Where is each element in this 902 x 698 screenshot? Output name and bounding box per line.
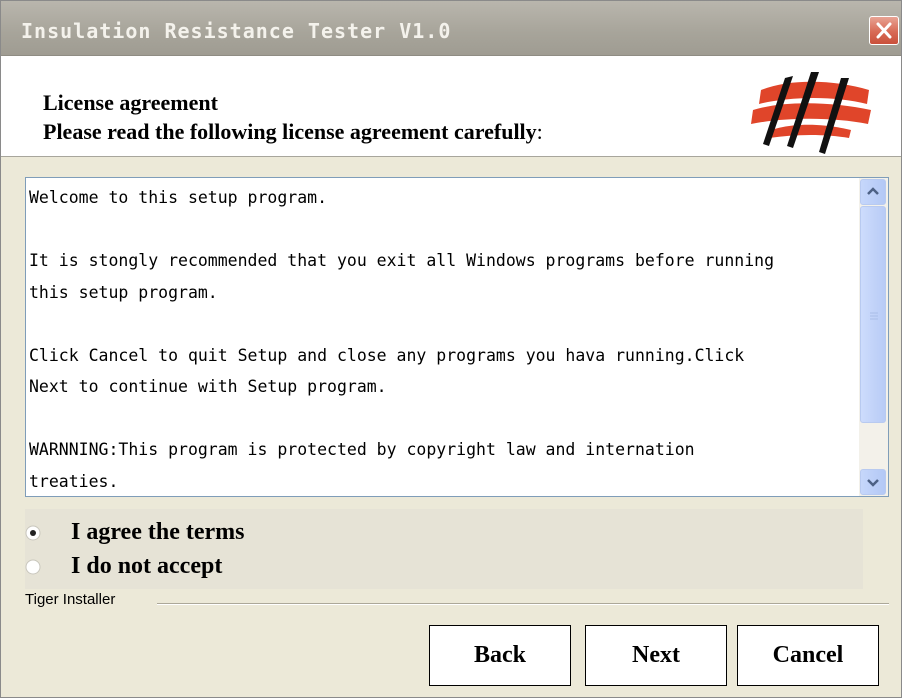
agreement-options: I agree the terms I do not accept [25, 509, 863, 589]
license-line: It is stongly recommended that you exit … [29, 251, 775, 270]
agree-label[interactable]: I agree the terms [71, 519, 244, 546]
radio-unselected-icon[interactable] [25, 559, 41, 575]
installer-brand-label: Tiger Installer [25, 591, 116, 608]
title-bar[interactable]: Insulation Resistance Tester V1.0 [1, 1, 901, 56]
window-title: Insulation Resistance Tester V1.0 [21, 19, 452, 43]
license-line: treaties. [29, 471, 119, 491]
back-button[interactable]: Back [429, 625, 571, 686]
license-text-area[interactable]: Welcome to this setup program. It is ston… [25, 177, 889, 497]
page-title: License agreement [43, 90, 218, 115]
cancel-button[interactable]: Cancel [737, 625, 879, 686]
radio-selected-icon[interactable] [25, 525, 41, 541]
installer-logo-icon [741, 64, 876, 156]
close-button[interactable] [869, 16, 899, 45]
next-button[interactable]: Next [585, 625, 727, 686]
decline-option[interactable]: I do not accept [25, 553, 325, 583]
scroll-thumb[interactable] [860, 206, 886, 423]
license-line: WARNNING:This program is protected by co… [29, 440, 695, 459]
license-text: Welcome to this setup program. It is ston… [29, 182, 857, 492]
license-line: Welcome to this setup program. [29, 188, 328, 207]
license-line [29, 308, 857, 340]
license-line: this setup program. [29, 282, 218, 302]
decline-label[interactable]: I do not accept [71, 553, 222, 580]
separator-line [157, 603, 889, 605]
installer-window: Insulation Resistance Tester V1.0 Licens… [0, 0, 902, 698]
agree-option[interactable]: I agree the terms [25, 519, 325, 549]
grip-icon [870, 309, 878, 320]
license-line [29, 403, 857, 435]
scroll-up-button[interactable] [860, 179, 886, 205]
subtitle-colon: : [536, 119, 543, 144]
chevron-down-icon [861, 479, 885, 498]
license-line: Next to continue with Setup program. [29, 377, 387, 396]
wizard-header: License agreement Please read the follow… [1, 56, 901, 157]
subtitle-text: Please read the following license agreem… [43, 119, 537, 144]
close-icon [870, 17, 898, 44]
license-line [29, 214, 857, 246]
vertical-scrollbar[interactable] [859, 178, 888, 496]
scroll-down-button[interactable] [860, 469, 886, 495]
license-line: Click Cancel to quit Setup and close any… [29, 345, 745, 365]
page-subtitle: Please read the following license agreem… [43, 119, 543, 145]
